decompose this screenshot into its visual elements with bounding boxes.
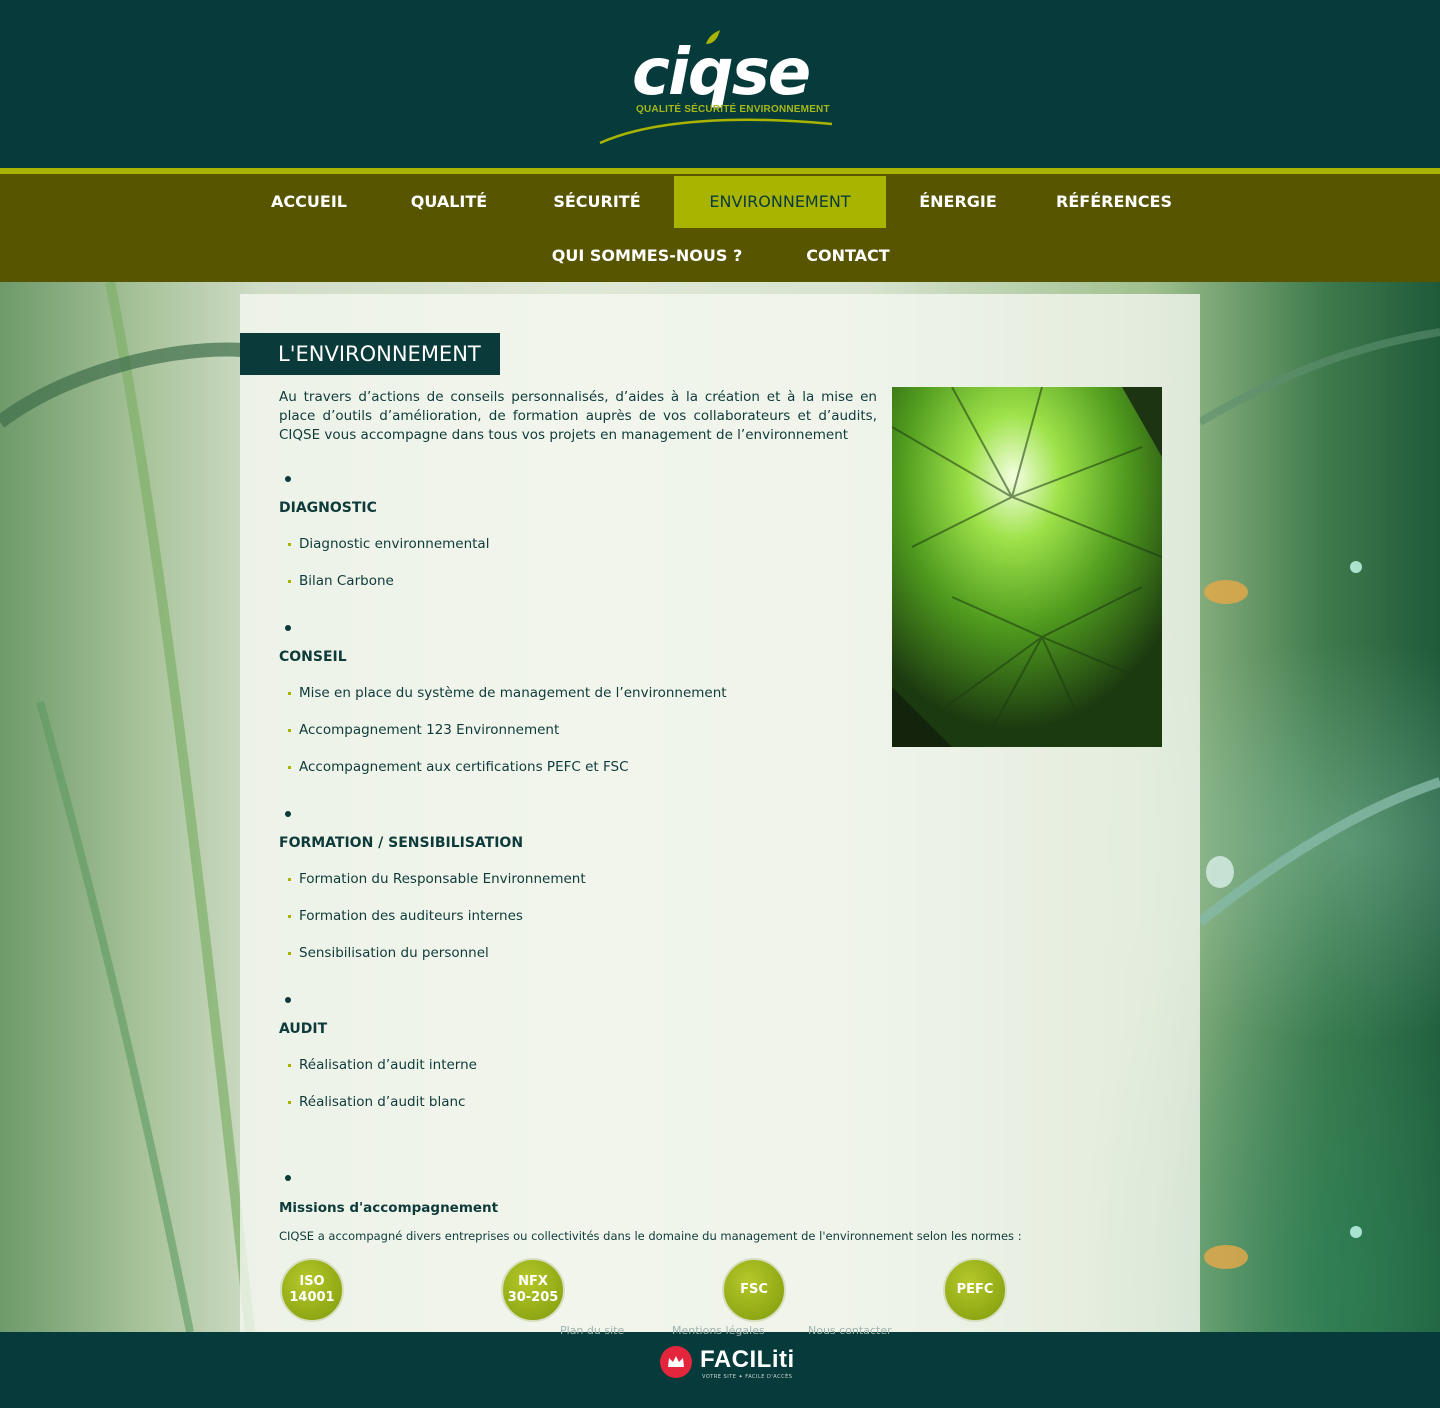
- ciqse-logo[interactable]: ciqse QUALITÉ SÉCURITÉ ENVIRONNEMENT: [596, 28, 846, 148]
- content-panel: L'ENVIRONNEMENT Au travers d’actions de …: [240, 294, 1200, 1332]
- square-bullet-icon: [288, 765, 291, 769]
- square-bullet-icon: [288, 691, 291, 695]
- badge-iso-14001: ISO 14001: [280, 1258, 344, 1322]
- page-title: L'ENVIRONNEMENT: [240, 333, 500, 375]
- nav-references[interactable]: RÉFÉRENCES: [1034, 176, 1194, 228]
- badge-pefc: PEFC: [943, 1258, 1007, 1322]
- logo-wordmark: ciqse: [632, 36, 811, 110]
- section-title: FORMATION / SENSIBILISATION: [279, 835, 524, 851]
- section-title: AUDIT: [279, 1021, 328, 1037]
- logo-tagline: QUALITÉ SÉCURITÉ ENVIRONNEMENT: [636, 104, 830, 115]
- footer-link-plan[interactable]: Plan du site: [560, 1324, 624, 1337]
- list-item: Accompagnement 123 Environnement: [288, 722, 559, 738]
- nav-environnement[interactable]: ENVIRONNEMENT: [674, 176, 886, 228]
- nav-energie[interactable]: ÉNERGIE: [894, 176, 1022, 228]
- bullet-icon: [285, 1175, 291, 1181]
- palm-image: [892, 387, 1162, 747]
- square-bullet-icon: [288, 1100, 291, 1104]
- list-item: Accompagnement aux certifications PEFC e…: [288, 759, 629, 775]
- missions-text: CIQSE a accompagné divers entreprises ou…: [279, 1229, 1022, 1243]
- intro-paragraph: Au travers d’actions de conseils personn…: [279, 389, 877, 443]
- badge-nfx-30-205: NFX 30-205: [501, 1258, 565, 1322]
- section-conseil: CONSEIL Mise en place du système de mana…: [279, 625, 899, 795]
- list-item: Bilan Carbone: [288, 573, 394, 589]
- section-title: DIAGNOSTIC: [279, 500, 377, 516]
- section-formation: FORMATION / SENSIBILISATION Formation du…: [279, 811, 899, 981]
- bullet-icon: [285, 811, 291, 817]
- section-audit: AUDIT Réalisation d’audit interne Réalis…: [279, 997, 899, 1127]
- list-item: Diagnostic environnemental: [288, 536, 489, 552]
- square-bullet-icon: [288, 877, 291, 881]
- square-bullet-icon: [288, 542, 291, 546]
- list-item: Formation du Responsable Environnement: [288, 871, 586, 887]
- section-diagnostic: DIAGNOSTIC Diagnostic environnemental Bi…: [279, 476, 899, 606]
- nav-accueil[interactable]: ACCUEIL: [248, 176, 370, 228]
- footer-link-mentions[interactable]: Mentions légales: [672, 1324, 765, 1337]
- site-footer: Plan du site Mentions légales Nous conta…: [0, 1324, 1440, 1408]
- square-bullet-icon: [288, 579, 291, 583]
- list-item: Formation des auditeurs internes: [288, 908, 523, 924]
- bullet-icon: [285, 625, 291, 631]
- palm-leaves-photo: [892, 387, 1162, 747]
- section-title: CONSEIL: [279, 649, 347, 665]
- faciliti-crown-icon: [660, 1346, 692, 1378]
- badge-fsc: FSC: [722, 1258, 786, 1322]
- faciliti-tagline: VOTRE SITE ✦ FACILE D'ACCÈS: [702, 1374, 793, 1380]
- list-item: Réalisation d’audit blanc: [288, 1094, 465, 1110]
- missions-title: Missions d'accompagnement: [279, 1200, 499, 1216]
- list-item: Réalisation d’audit interne: [288, 1057, 477, 1073]
- nav-securite[interactable]: SÉCURITÉ: [524, 176, 670, 228]
- list-item: Sensibilisation du personnel: [288, 945, 489, 961]
- faciliti-logo[interactable]: FACILiti VOTRE SITE ✦ FACILE D'ACCÈS: [660, 1344, 794, 1384]
- main-navigation: ACCUEIL QUALITÉ SÉCURITÉ ENVIRONNEMENT É…: [0, 168, 1440, 282]
- footer-link-contact[interactable]: Nous contacter: [808, 1324, 892, 1337]
- bullet-icon: [285, 997, 291, 1003]
- square-bullet-icon: [288, 951, 291, 955]
- nav-qualite[interactable]: QUALITÉ: [384, 176, 514, 228]
- bullet-icon: [285, 476, 291, 482]
- nav-contact[interactable]: CONTACT: [784, 230, 912, 282]
- faciliti-name: FACILiti: [700, 1346, 795, 1373]
- nav-qui-sommes-nous[interactable]: QUI SOMMES-NOUS ?: [534, 230, 760, 282]
- square-bullet-icon: [288, 1063, 291, 1067]
- site-header: ciqse QUALITÉ SÉCURITÉ ENVIRONNEMENT: [0, 0, 1440, 168]
- list-item: Mise en place du système de management d…: [288, 685, 727, 701]
- square-bullet-icon: [288, 914, 291, 918]
- square-bullet-icon: [288, 728, 291, 732]
